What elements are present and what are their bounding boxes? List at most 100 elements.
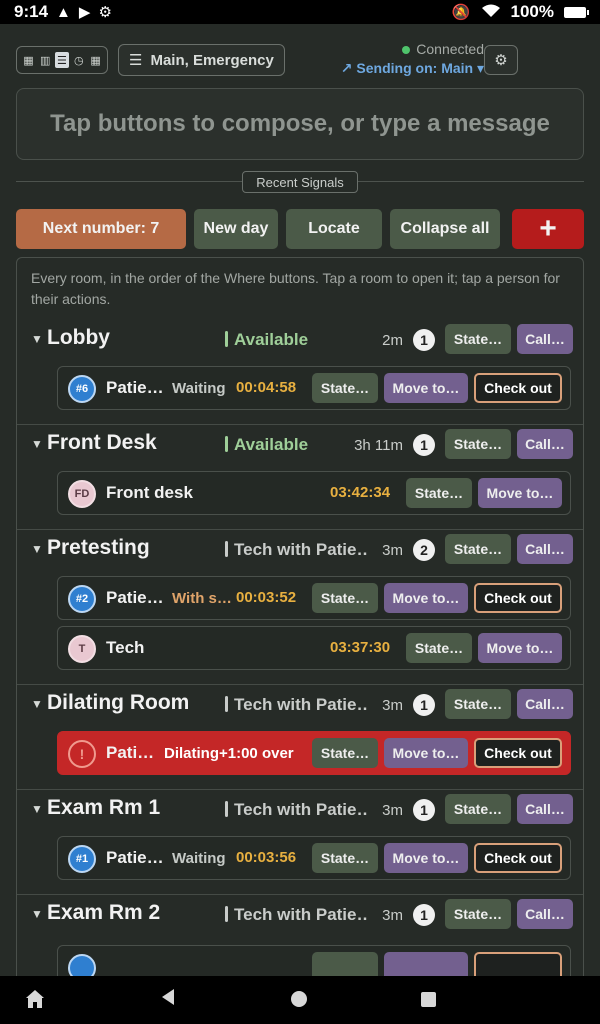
room-lobby: ▼ Lobby Available 2m 1 State… Call… #6 P…	[17, 320, 583, 425]
room-exam-2: ▼ Exam Rm 2 Tech with Patie… 3m 1 State……	[17, 895, 583, 976]
avatar	[68, 954, 96, 976]
room-status: Tech with Patie…	[225, 905, 369, 925]
avatar: T	[68, 635, 96, 663]
person-row-partial[interactable]	[57, 945, 571, 976]
room-name: Lobby	[47, 326, 110, 349]
settings-button[interactable]: ⚙	[484, 45, 518, 75]
room-header[interactable]: ▼ Exam Rm 2 Tech with Patie… 3m 1 State……	[17, 895, 583, 935]
move-to-button[interactable]: Move to…	[384, 583, 468, 613]
person-row[interactable]: #6 Patie… Waiting 00:04:58 State… Move t…	[57, 366, 571, 410]
room-pretesting: ▼ Pretesting Tech with Patie… 3m 2 State…	[17, 530, 583, 685]
room-name: Dilating Room	[47, 691, 190, 714]
next-number-button[interactable]: Next number: 7	[16, 209, 186, 249]
room-time: 2m	[382, 332, 403, 349]
room-state-button[interactable]: State…	[445, 324, 511, 354]
move-to-button[interactable]: Move to…	[384, 373, 468, 403]
home-app-icon[interactable]	[24, 988, 46, 1016]
room-state-button[interactable]: State…	[445, 534, 511, 564]
collapse-all-button[interactable]: Collapse all	[390, 209, 500, 249]
room-name: Exam Rm 1	[47, 796, 161, 819]
move-to-button[interactable]: Move to…	[384, 738, 468, 768]
room-status: Tech with Patie…	[225, 540, 369, 560]
person-state-button[interactable]: State…	[406, 478, 472, 508]
person-row[interactable]: #2 Patie… With s… 00:03:52 State… Move t…	[57, 576, 571, 620]
person-name: Patie…	[106, 588, 164, 607]
room-call-button[interactable]: Call…	[517, 899, 573, 929]
room-call-button[interactable]: Call…	[517, 689, 573, 719]
gear-icon: ⚙	[494, 52, 508, 69]
person-name: Tech	[106, 638, 145, 657]
navigation-bar	[0, 976, 600, 1024]
room-header[interactable]: ▼ Exam Rm 1 Tech with Patie… 3m 1 State……	[17, 790, 583, 830]
room-state-button[interactable]: State…	[445, 899, 511, 929]
locate-button[interactable]: Locate	[286, 209, 382, 249]
home-icon[interactable]	[291, 991, 307, 1007]
person-elapsed: 03:42:34	[330, 484, 391, 501]
room-status: Available	[225, 330, 308, 350]
avatar: #1	[68, 845, 96, 873]
room-call-button[interactable]: Call…	[517, 534, 573, 564]
room-dilating: ▼ Dilating Room Tech with Patie… 3m 1 St…	[17, 685, 583, 790]
channel-selector[interactable]: ☰ Main, Emergency	[118, 44, 285, 76]
person-state-button[interactable]: State…	[312, 843, 378, 873]
person-state-button[interactable]: State…	[406, 633, 472, 663]
map-view-icon[interactable]: ▥	[38, 52, 52, 68]
room-state-button[interactable]: State…	[445, 429, 511, 459]
room-header[interactable]: ▼ Pretesting Tech with Patie… 3m 2 State…	[17, 530, 583, 570]
person-row[interactable]: T Tech 03:37:30 State… Move to…	[57, 626, 571, 670]
recent-signals-button[interactable]: Recent Signals	[242, 171, 358, 193]
room-call-button[interactable]: Call…	[517, 794, 573, 824]
room-state-button[interactable]: State…	[445, 689, 511, 719]
person-elapsed: 00:03:56	[236, 849, 297, 866]
room-time: 3m	[382, 907, 403, 924]
person-row[interactable]: #1 Patie… Waiting 00:03:56 State… Move t…	[57, 836, 571, 880]
move-to-button[interactable]: Move to…	[384, 843, 468, 873]
tiles-view-icon[interactable]: ▦	[89, 52, 103, 68]
check-out-button[interactable]: Check out	[474, 738, 562, 768]
room-count-badge: 1	[413, 799, 435, 821]
list-view-icon[interactable]: ☰	[54, 52, 69, 68]
compose-input[interactable]: Tap buttons to compose, or type a messag…	[16, 88, 584, 160]
room-header[interactable]: ▼ Front Desk Available 3h 11m 1 State… C…	[17, 425, 583, 465]
grid-view-icon[interactable]: ▦	[21, 52, 35, 68]
action-bar: Next number: 7 New day Locate Collapse a…	[16, 209, 584, 249]
caret-down-icon: ▼	[31, 332, 43, 346]
room-count-badge: 1	[413, 904, 435, 926]
connected-dot-icon	[402, 46, 411, 54]
clock: 9:14	[14, 2, 49, 21]
room-exam-1: ▼ Exam Rm 1 Tech with Patie… 3m 1 State……	[17, 790, 583, 895]
room-name: Exam Rm 2	[47, 901, 161, 924]
new-day-button[interactable]: New day	[194, 209, 278, 249]
settings-icon: ⚙	[98, 3, 112, 21]
room-header[interactable]: ▼ Lobby Available 2m 1 State… Call…	[17, 320, 583, 360]
room-state-button[interactable]: State…	[445, 794, 511, 824]
check-out-button[interactable]	[474, 952, 562, 976]
person-row[interactable]: ! Pati… Dilating+1:00 over State… Move t…	[57, 731, 571, 775]
sending-on-selector[interactable]: ↗ Sending on: Main ▾	[334, 60, 484, 77]
room-count-badge: 1	[413, 329, 435, 351]
room-call-button[interactable]: Call…	[517, 324, 573, 354]
check-out-button[interactable]: Check out	[474, 843, 562, 873]
person-state-button[interactable]	[312, 952, 378, 976]
move-to-button[interactable]: Move to…	[478, 478, 562, 508]
history-view-icon[interactable]: ◷	[72, 52, 86, 68]
person-row[interactable]: FD Front desk 03:42:34 State… Move to…	[57, 471, 571, 515]
move-to-button[interactable]	[384, 952, 468, 976]
person-state: Dilating+1:00 over	[164, 745, 294, 762]
add-button[interactable]: +	[512, 209, 584, 249]
room-call-button[interactable]: Call…	[517, 429, 573, 459]
move-to-button[interactable]: Move to…	[478, 633, 562, 663]
check-out-button[interactable]: Check out	[474, 583, 562, 613]
view-switcher: ▦ ▥ ☰ ◷ ▦	[16, 46, 108, 74]
person-state-button[interactable]: State…	[312, 738, 378, 768]
room-count-badge: 1	[413, 434, 435, 456]
person-state-button[interactable]: State…	[312, 373, 378, 403]
back-icon[interactable]	[160, 988, 176, 1012]
caret-down-icon: ▼	[31, 697, 43, 711]
room-header[interactable]: ▼ Dilating Room Tech with Patie… 3m 1 St…	[17, 685, 583, 725]
check-out-button[interactable]: Check out	[474, 373, 562, 403]
person-state-button[interactable]: State…	[312, 583, 378, 613]
status-bar: 9:14 ▲ ▶ ⚙ 🔕 100%	[0, 0, 600, 24]
recents-icon[interactable]	[421, 992, 436, 1007]
battery-level: 100%	[510, 2, 554, 21]
